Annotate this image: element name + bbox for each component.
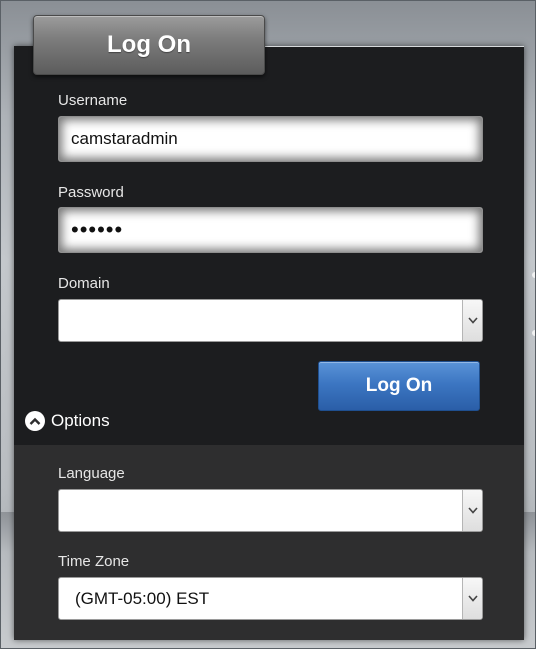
username-label: Username [58, 92, 128, 109]
domain-select[interactable] [58, 299, 483, 342]
time-zone-select[interactable]: (GMT-05:00) EST [58, 577, 483, 620]
time-zone-label: Time Zone [58, 553, 130, 570]
username-value: camstaradmin [71, 129, 178, 148]
password-label: Password [58, 184, 124, 201]
chevron-down-icon[interactable] [462, 578, 482, 619]
edge-dot-upper [532, 272, 536, 278]
username-input[interactable]: camstaradmin [58, 116, 483, 162]
panel-top-highlight [264, 46, 524, 47]
edge-dot-lower [532, 330, 536, 336]
password-value: •••••• [71, 217, 124, 242]
title-tab: Log On [33, 15, 265, 75]
chevron-down-icon[interactable] [462, 490, 482, 531]
language-label: Language [58, 465, 125, 482]
options-toggle[interactable]: Options [25, 411, 110, 431]
domain-label: Domain [58, 275, 110, 292]
language-select[interactable] [58, 489, 483, 532]
chevron-up-circle-icon [25, 411, 45, 431]
time-zone-value: (GMT-05:00) EST [75, 588, 210, 608]
log-on-button[interactable]: Log On [318, 361, 480, 411]
page-title: Log On [107, 31, 191, 58]
password-input[interactable]: •••••• [58, 207, 483, 253]
chevron-down-icon[interactable] [462, 300, 482, 341]
options-label: Options [51, 411, 110, 430]
